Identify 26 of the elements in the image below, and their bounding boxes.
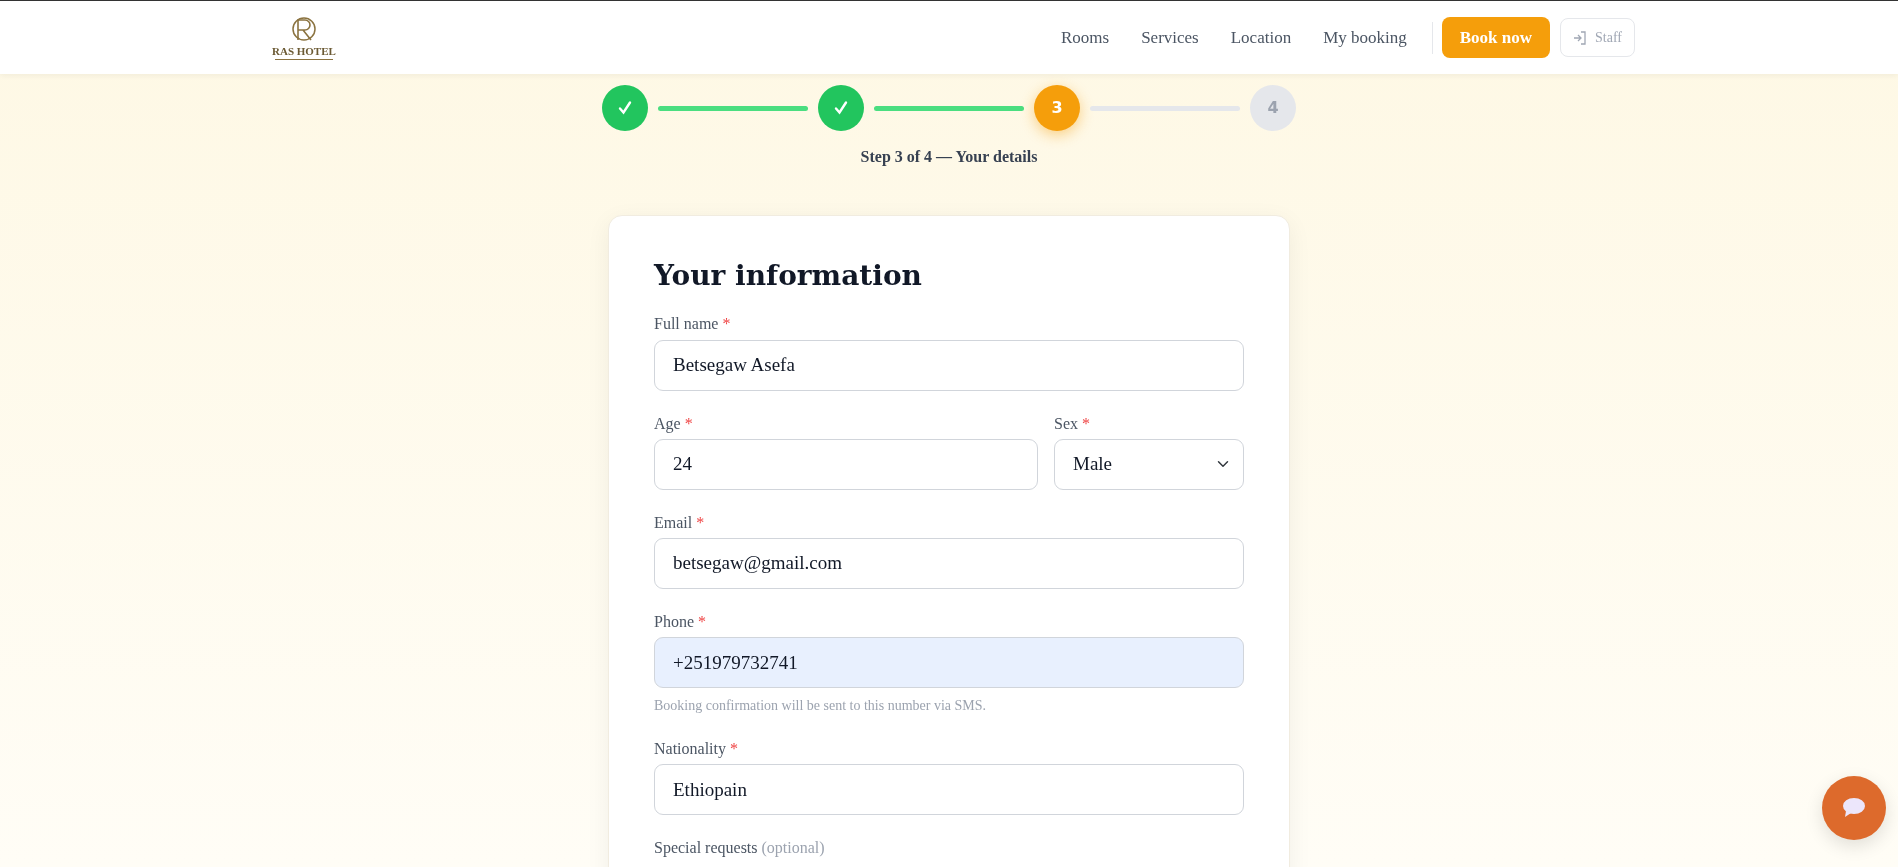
step-number: 4 <box>1250 85 1296 131</box>
help-text: Booking confirmation will be sent to this number via SMS. <box>654 697 988 716</box>
field-label: Special requests (optional) <box>654 838 826 858</box>
input-field[interactable]: Ethiopain <box>654 764 1244 816</box>
nav-link[interactable]: My booking <box>1307 24 1423 51</box>
input-field[interactable]: betsegaw@gmail.com <box>654 537 1244 589</box>
chat-button[interactable] <box>1822 776 1886 840</box>
select-field[interactable]: Male <box>1054 438 1244 490</box>
field-label: Age * <box>654 413 694 433</box>
nav-link[interactable]: Services <box>1125 24 1215 51</box>
input-field[interactable]: 24 <box>654 438 1038 490</box>
nav-link[interactable]: Rooms <box>1044 24 1126 51</box>
sign-in-icon <box>1573 30 1588 45</box>
field-label: Nationality * <box>654 739 739 759</box>
form-title: Your information <box>654 258 923 294</box>
step-caption: Step 3 of 4 — Your details <box>860 147 1038 168</box>
step-number: 3 <box>1034 85 1080 131</box>
input-field[interactable]: Betsegaw Asefa <box>654 339 1244 391</box>
logo[interactable]: RAS HOTEL <box>272 15 336 60</box>
nav-link[interactable]: Location <box>1214 24 1308 51</box>
field-label: Full name * <box>654 314 732 334</box>
input-field[interactable]: +251979732741 <box>654 637 1244 689</box>
field-label: Sex * <box>1054 413 1091 433</box>
speech-bubble-icon <box>1841 797 1867 819</box>
field-label: Phone * <box>654 611 707 632</box>
field-label: Email * <box>654 512 706 532</box>
